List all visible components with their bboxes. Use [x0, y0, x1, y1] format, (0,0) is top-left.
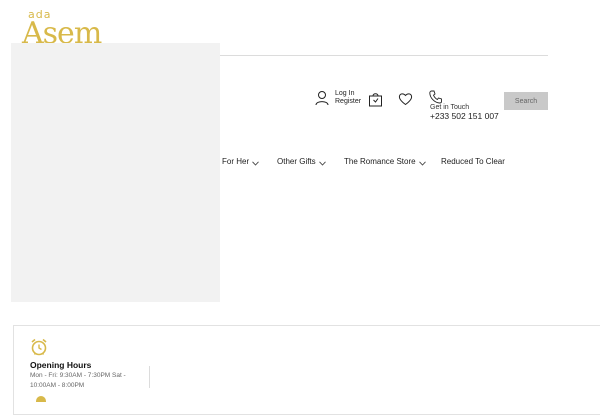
- chevron-down-icon: [318, 161, 326, 166]
- heart-icon: [398, 93, 412, 106]
- phone-link[interactable]: [429, 90, 442, 104]
- account-link[interactable]: Log In Register: [315, 90, 361, 106]
- info-divider: [149, 366, 150, 388]
- chevron-down-icon: [418, 161, 426, 166]
- nav-label: Other Gifts: [277, 157, 316, 166]
- nav-item-reduced-to-clear[interactable]: Reduced To Clear: [441, 157, 505, 166]
- nav-label: Reduced To Clear: [441, 157, 505, 166]
- nav-label: For Her: [222, 157, 250, 166]
- phone-number[interactable]: +233 502 151 007: [430, 111, 499, 121]
- nav-label: The Romance Store: [344, 157, 416, 166]
- cart-icon: [368, 92, 382, 106]
- search-button[interactable]: Search: [504, 92, 548, 110]
- user-icon: [315, 91, 329, 106]
- chevron-down-icon: [252, 161, 259, 166]
- nav-item-other-gifts[interactable]: Other Gifts: [277, 157, 326, 166]
- cart-button[interactable]: [367, 91, 383, 107]
- login-link[interactable]: Log In: [335, 90, 361, 98]
- header-divider: [220, 55, 548, 56]
- menu-placeholder-panel: [11, 43, 220, 302]
- nav-item-for-her[interactable]: For Her: [222, 157, 259, 166]
- register-link[interactable]: Register: [335, 98, 361, 106]
- opening-hours-text: Mon - Fri: 9:30AM - 7:30PM Sat - 10:00AM…: [30, 372, 126, 389]
- opening-hours-title: Opening Hours: [30, 360, 92, 370]
- info-box: [13, 325, 600, 415]
- clock-icon: [36, 396, 46, 402]
- alarm-clock-icon: [31, 338, 47, 356]
- contact-label: Get in Touch: [430, 104, 470, 111]
- phone-icon: [429, 90, 442, 104]
- nav-item-romance-store[interactable]: The Romance Store: [344, 157, 426, 166]
- brand-logo[interactable]: ada Asem: [22, 8, 102, 51]
- wishlist-button[interactable]: [397, 91, 413, 107]
